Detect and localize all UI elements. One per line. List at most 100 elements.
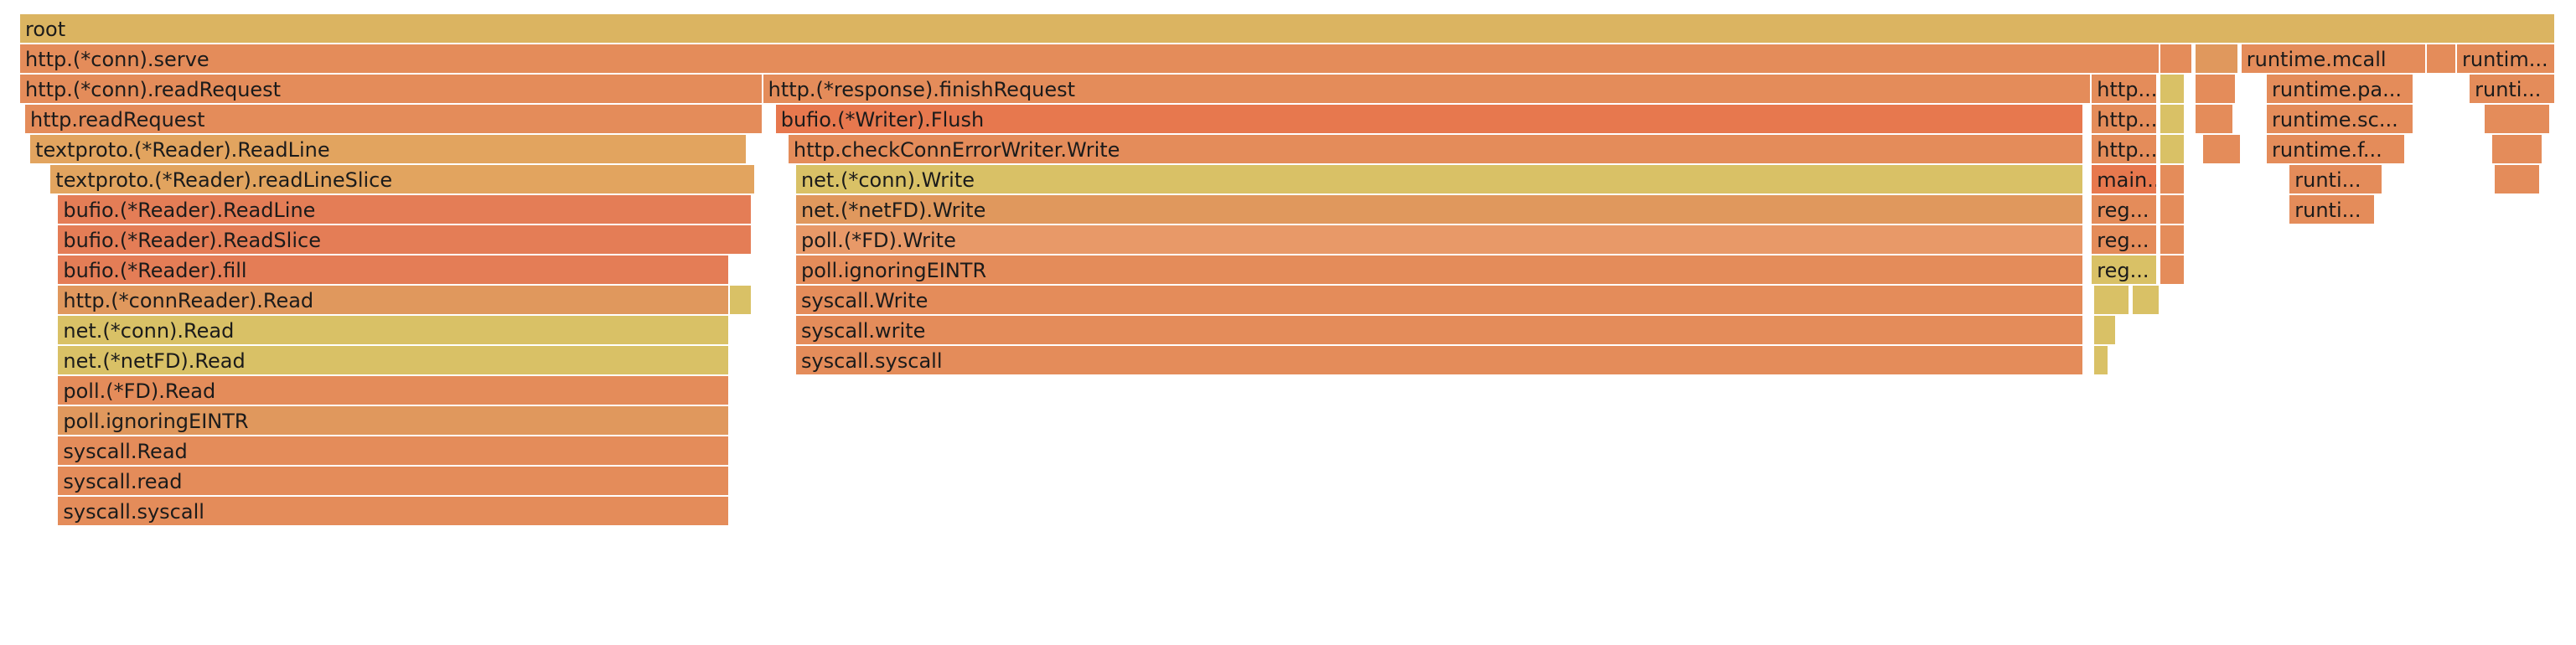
frame-runti_b[interactable]: runti... [2470,75,2556,103]
frame-label: runti... [2294,168,2361,192]
frame-syscall_syscall_w[interactable]: syscall.syscall [795,346,2085,374]
frame-x14[interactable] [2160,195,2186,224]
frame-x18[interactable] [2094,286,2130,314]
frame-bufReadLine[interactable]: bufio.(*Reader).ReadLine [58,195,753,224]
frame-x20[interactable] [2094,316,2118,344]
frame-label: poll.(*FD).Write [800,229,956,252]
frame-label: syscall.Write [800,289,928,312]
frame-label: syscall.Read [63,440,188,463]
frame-label: http.... [2097,78,2158,101]
frame-reg_b[interactable]: reg... [2092,225,2158,254]
frame-label: net.(*netFD).Write [800,199,986,222]
frame-readLine[interactable]: textproto.(*Reader).ReadLine [30,135,748,163]
frame-label: net.(*netFD).Read [63,349,246,373]
frame-serve[interactable]: http.(*conn).serve [20,44,2160,73]
frame-netFDRead[interactable]: net.(*netFD).Read [58,346,731,374]
frame-label: bufio.(*Reader).ReadLine [63,199,316,222]
frame-x3[interactable] [2426,44,2457,73]
frame-flush[interactable]: bufio.(*Writer).Flush [775,105,2085,133]
frame-label: http.readRequest [30,108,205,132]
frame-x17[interactable] [730,286,753,314]
frame-finishRequest[interactable]: http.(*response).finishRequest [763,75,2092,103]
frame-label: poll.ignoringEINTR [63,410,249,433]
frame-label: runtime.mcall [2246,48,2387,71]
frame-label: http.... [2097,138,2158,162]
frame-label: main.... [2097,168,2156,192]
frame-x7[interactable] [2196,105,2234,133]
frame-label: bufio.(*Writer).Flush [780,108,985,132]
frame-label: reg... [2097,199,2149,222]
frame-http_a[interactable]: http.... [2092,75,2158,103]
frame-label: runtime.pa... [2272,78,2402,101]
frame-x6[interactable] [2160,105,2186,133]
frame-http_c[interactable]: http.... [2092,135,2158,163]
frame-runti_c[interactable]: runti... [2289,165,2384,194]
frame-x10[interactable] [2203,135,2242,163]
frame-ignEINTR_r[interactable]: poll.ignoringEINTR [58,406,731,435]
frame-label: bufio.(*Reader).fill [63,259,247,282]
frame-label: textproto.(*Reader).readLineSlice [55,168,393,192]
frame-main_a[interactable]: main.... [2092,165,2158,194]
frame-label: poll.(*FD).Read [63,379,216,403]
frame-park[interactable]: runtime.pa... [2267,75,2414,103]
frame-label: http.(*response).finishRequest [768,78,1076,101]
frame-x9[interactable] [2160,135,2186,163]
frame-label: http.(*connReader).Read [63,289,314,312]
frame-label: runtime.f... [2272,138,2382,162]
frame-runti_d[interactable]: runti... [2289,195,2377,224]
frame-x16[interactable] [2160,255,2186,284]
frame-netConnWrite[interactable]: net.(*conn).Write [795,165,2085,194]
frame-connReaderRead[interactable]: http.(*connReader).Read [58,286,731,314]
frame-label: poll.ignoringEINTR [800,259,987,282]
frame-fill[interactable]: bufio.(*Reader).fill [58,255,731,284]
frame-x5[interactable] [2196,75,2237,103]
frame-ignEINTR_w[interactable]: poll.ignoringEINTR [795,255,2085,284]
frame-x4[interactable] [2160,75,2186,103]
frame-netFDWrite[interactable]: net.(*netFD).Write [795,195,2085,224]
frame-label: runtime.sc... [2272,108,2398,132]
frame-label: runtim... [2461,48,2548,71]
frame-syscallRead[interactable]: syscall.Read [58,436,731,465]
frame-findrun[interactable]: runtime.f... [2267,135,2407,163]
frame-fdRead[interactable]: poll.(*FD).Read [58,376,731,405]
frame-label: syscall.write [800,319,926,343]
frame-runtim1[interactable]: runtim... [2456,44,2556,73]
frame-label: http.... [2097,108,2158,132]
frame-http_b[interactable]: http.... [2092,105,2158,133]
frame-label: reg... [2097,259,2149,282]
frame-fdWrite[interactable]: poll.(*FD).Write [795,225,2085,254]
frame-label: net.(*conn).Write [800,168,975,192]
flame-graph: root http.(*conn).serve runtime.mcall runti… [0,0,2576,645]
frame-x21[interactable] [2094,346,2110,374]
frame-syscall_syscall_r[interactable]: syscall.syscall [58,497,731,525]
frame-label: root [25,18,66,41]
frame-x15[interactable] [2160,225,2186,254]
frame-x1[interactable] [2160,44,2194,73]
frame-x11[interactable] [2492,135,2543,163]
frame-x2[interactable] [2196,44,2239,73]
frame-label: bufio.(*Reader).ReadSlice [63,229,321,252]
frame-readRequest_conn[interactable]: http.(*conn).readRequest [20,75,763,103]
frame-reg_c[interactable]: reg... [2092,255,2158,284]
frame-readLineSlice[interactable]: textproto.(*Reader).readLineSlice [50,165,756,194]
frame-root[interactable]: root [20,14,2556,43]
frame-readSlice[interactable]: bufio.(*Reader).ReadSlice [58,225,753,254]
frame-checkConnErr[interactable]: http.checkConnErrorWriter.Write [788,135,2085,163]
frame-netConnRead[interactable]: net.(*conn).Read [58,316,731,344]
frame-x8[interactable] [2485,105,2551,133]
frame-x13[interactable] [2495,165,2541,194]
frame-label: http.(*conn).serve [25,48,209,71]
frame-label: syscall.read [63,470,183,493]
frame-readRequest[interactable]: http.readRequest [25,105,763,133]
frame-x19[interactable] [2132,286,2160,314]
frame-syscall_write[interactable]: syscall.write [795,316,2085,344]
frame-schedule[interactable]: runtime.sc... [2267,105,2414,133]
frame-mcall[interactable]: runtime.mcall [2241,44,2427,73]
frame-label: http.(*conn).readRequest [25,78,282,101]
frame-syscallWrite[interactable]: syscall.Write [795,286,2085,314]
frame-x12[interactable] [2160,165,2186,194]
frame-label: textproto.(*Reader).ReadLine [35,138,330,162]
frame-reg_a[interactable]: reg... [2092,195,2158,224]
frame-label: runti... [2475,78,2542,101]
frame-syscall_read[interactable]: syscall.read [58,467,731,495]
